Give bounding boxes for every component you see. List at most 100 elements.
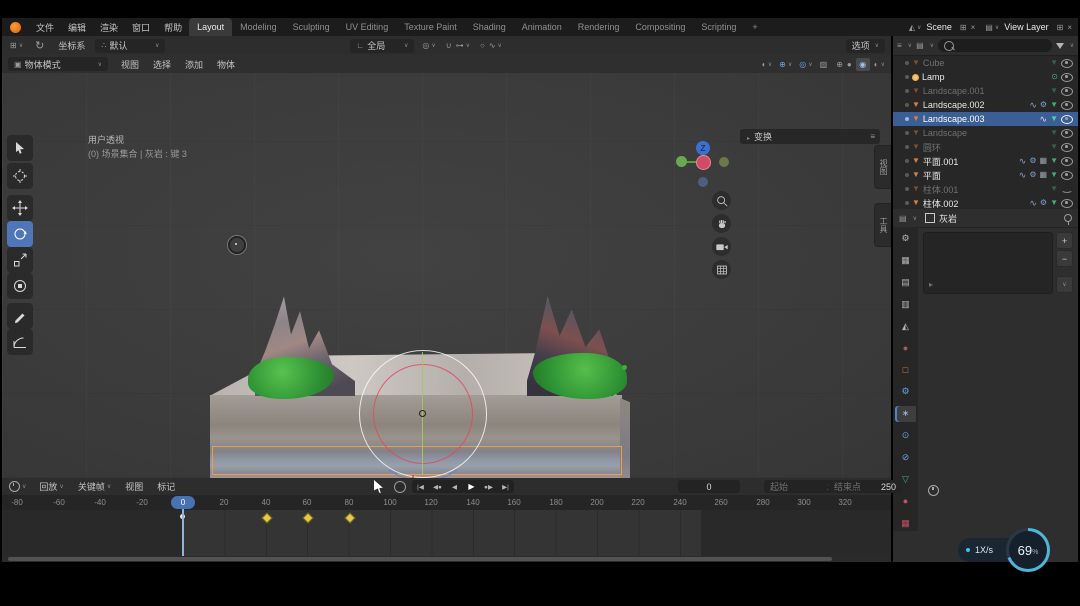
nav-axis-x-ball[interactable] [696, 155, 711, 170]
menu-playback[interactable]: 回放∨ [32, 479, 70, 495]
playhead-line[interactable] [182, 507, 184, 556]
workspace-tab-uv-editing[interactable]: UV Editing [338, 18, 397, 36]
filter-collection-dropdown[interactable]: ∨ [930, 42, 934, 49]
tool-transform[interactable] [7, 273, 33, 299]
workspace-tab-scripting[interactable]: Scripting [693, 18, 744, 36]
tool-annotate[interactable] [7, 303, 33, 329]
tool-measure[interactable] [7, 329, 33, 355]
transform-orientation-select[interactable]: ∟ 全局 ∨ [350, 39, 414, 53]
outliner-filter-collection-icon[interactable]: ▤ [916, 41, 924, 50]
nav-axis-y-ball[interactable] [676, 156, 687, 167]
tab-material[interactable]: ● [895, 493, 916, 509]
menu-window[interactable]: 窗口 [125, 19, 157, 35]
prev-keyframe-button[interactable]: ◀● [429, 480, 446, 493]
sidebar-tab-view[interactable]: 视图 [874, 145, 891, 189]
filter-dropdown[interactable]: ∨ [1070, 42, 1074, 49]
list-expander-icon[interactable]: ▸ [929, 280, 933, 289]
list-specials-button[interactable]: ∨ [1056, 276, 1073, 293]
outliner-row-landscape-003[interactable]: ▼ Landscape.003 ∿ ▼ [893, 112, 1078, 126]
properties-list-box[interactable]: ▸ [923, 232, 1053, 294]
tool-move[interactable] [7, 195, 33, 221]
workspace-tab-modeling[interactable]: Modeling [232, 18, 285, 36]
play-reverse-button[interactable]: ◀ [446, 480, 463, 493]
nav-axis-z-ball[interactable]: Z [696, 141, 710, 155]
menu-add[interactable]: 添加 [178, 56, 210, 72]
tool-select-box[interactable] [7, 135, 33, 161]
shading-wireframe-icon[interactable]: ⊕ [836, 60, 843, 69]
outliner-row-landscape[interactable]: ▼ Landscape ▼ [893, 126, 1078, 140]
properties-editor-dropdown[interactable]: ∨ [913, 215, 917, 222]
jump-to-end-button[interactable]: ▶| [497, 480, 514, 493]
tab-physics[interactable]: ⊙ [895, 428, 916, 444]
pan-hand-button[interactable] [712, 214, 731, 233]
outliner-row-cube[interactable]: ▼ Cube ▼ [893, 56, 1078, 70]
next-keyframe-button[interactable]: ●▶ [480, 480, 497, 493]
menu-file[interactable]: 文件 [29, 19, 61, 35]
hamburger-icon[interactable]: ≡ [870, 132, 875, 141]
workspace-tab-rendering[interactable]: Rendering [570, 18, 628, 36]
orientation-select[interactable]: ∴ 默认 ∨ [95, 39, 165, 53]
frame-start-field[interactable]: 起始1 [764, 480, 838, 493]
tool-scale[interactable] [7, 247, 33, 273]
view-layer-dropdown[interactable]: ∨ [995, 24, 999, 31]
zoom-button[interactable] [712, 191, 731, 210]
shading-material-preview-icon[interactable]: ◉ [856, 58, 870, 71]
playhead-frame-pill[interactable]: 0 [171, 496, 195, 509]
shading-rendered-icon[interactable]: ◐ [874, 60, 879, 69]
menu-view[interactable]: 视图 [114, 56, 146, 72]
workspace-tab-animation[interactable]: Animation [514, 18, 570, 36]
new-scene-button[interactable]: ⊞ [960, 23, 967, 32]
menu-render[interactable]: 渲染 [93, 19, 125, 35]
outliner-row-torus[interactable]: ▼ 圆环 ▼ [893, 140, 1078, 154]
timeline-track[interactable] [2, 510, 891, 556]
close-scene-button[interactable]: × [971, 23, 976, 32]
outliner-row-landscape-001[interactable]: ▼ Landscape.001 ▼ [893, 84, 1078, 98]
workspace-tab-layout[interactable]: Layout [189, 18, 232, 36]
camera-view-button[interactable] [712, 237, 731, 256]
tab-texture[interactable]: ▦ [895, 515, 916, 531]
outliner-row-plane[interactable]: ▼ 平面 ∿ ⚙ ▦ ▼ [893, 168, 1078, 182]
visibility-eye-icon[interactable] [1061, 115, 1073, 124]
new-view-layer-button[interactable]: ⊞ [1057, 23, 1064, 32]
tool-rotate[interactable] [7, 221, 33, 247]
outliner-display-mode-icon[interactable]: ≡ [897, 41, 902, 50]
menu-select[interactable]: 选择 [146, 56, 178, 72]
add-workspace-button[interactable]: + [744, 18, 765, 36]
workspace-tab-compositing[interactable]: Compositing [627, 18, 693, 36]
editor-type-icon[interactable]: ⊞ [10, 41, 17, 50]
menu-keyframes[interactable]: 关键帧∨ [71, 479, 118, 495]
timeline-scrollbar[interactable] [8, 557, 832, 561]
visibility-eye-closed-icon[interactable] [1061, 186, 1073, 193]
visibility-dropdown[interactable]: ∨ [768, 61, 772, 68]
pivot-point-icon[interactable]: ◎ [422, 41, 429, 50]
gizmos-dropdown[interactable]: ∨ [788, 61, 792, 68]
blender-logo-icon[interactable] [10, 22, 21, 33]
tab-world[interactable]: ● [895, 340, 916, 356]
outliner-row-lamp[interactable]: Lamp ⊙ [893, 70, 1078, 84]
tab-constraints[interactable]: ⊘ [895, 450, 916, 466]
overlays-toggle-icon[interactable]: ◎ [799, 60, 806, 69]
ortho-toggle-button[interactable] [712, 260, 731, 279]
view-layer-name[interactable]: View Layer [1004, 22, 1048, 32]
filter-funnel-icon[interactable] [1056, 43, 1064, 49]
visibility-eye-icon[interactable] [1061, 129, 1073, 138]
snap-dropdown[interactable]: ∨ [466, 42, 470, 49]
visibility-eye-icon[interactable] [1061, 199, 1073, 208]
menu-help[interactable]: 帮助 [157, 19, 189, 35]
object-type-visibility-icon[interactable]: ◖ [761, 60, 766, 69]
visibility-eye-icon[interactable] [1061, 87, 1073, 96]
tab-object[interactable]: □ [895, 362, 916, 378]
outliner-search-input[interactable] [938, 39, 1052, 52]
visibility-eye-icon[interactable] [1061, 143, 1073, 152]
editor-type-dropdown[interactable]: ∨ [19, 42, 23, 49]
outliner-row-landscape-002[interactable]: ▼ Landscape.002 ∿ ⚙ ▼ [893, 98, 1078, 112]
nav-axis-y-neg-ball[interactable] [719, 157, 729, 167]
options-dropdown[interactable]: 选项∨ [846, 39, 885, 53]
menu-timeline-view[interactable]: 视图 [118, 479, 150, 495]
visibility-eye-icon[interactable] [1061, 59, 1073, 68]
timeline-editor-type-icon[interactable] [9, 481, 20, 492]
pin-icon[interactable] [1064, 214, 1072, 222]
scene-name[interactable]: Scene [926, 22, 952, 32]
list-add-button[interactable]: + [1056, 232, 1073, 249]
tab-scene[interactable]: ◭ [895, 318, 916, 334]
